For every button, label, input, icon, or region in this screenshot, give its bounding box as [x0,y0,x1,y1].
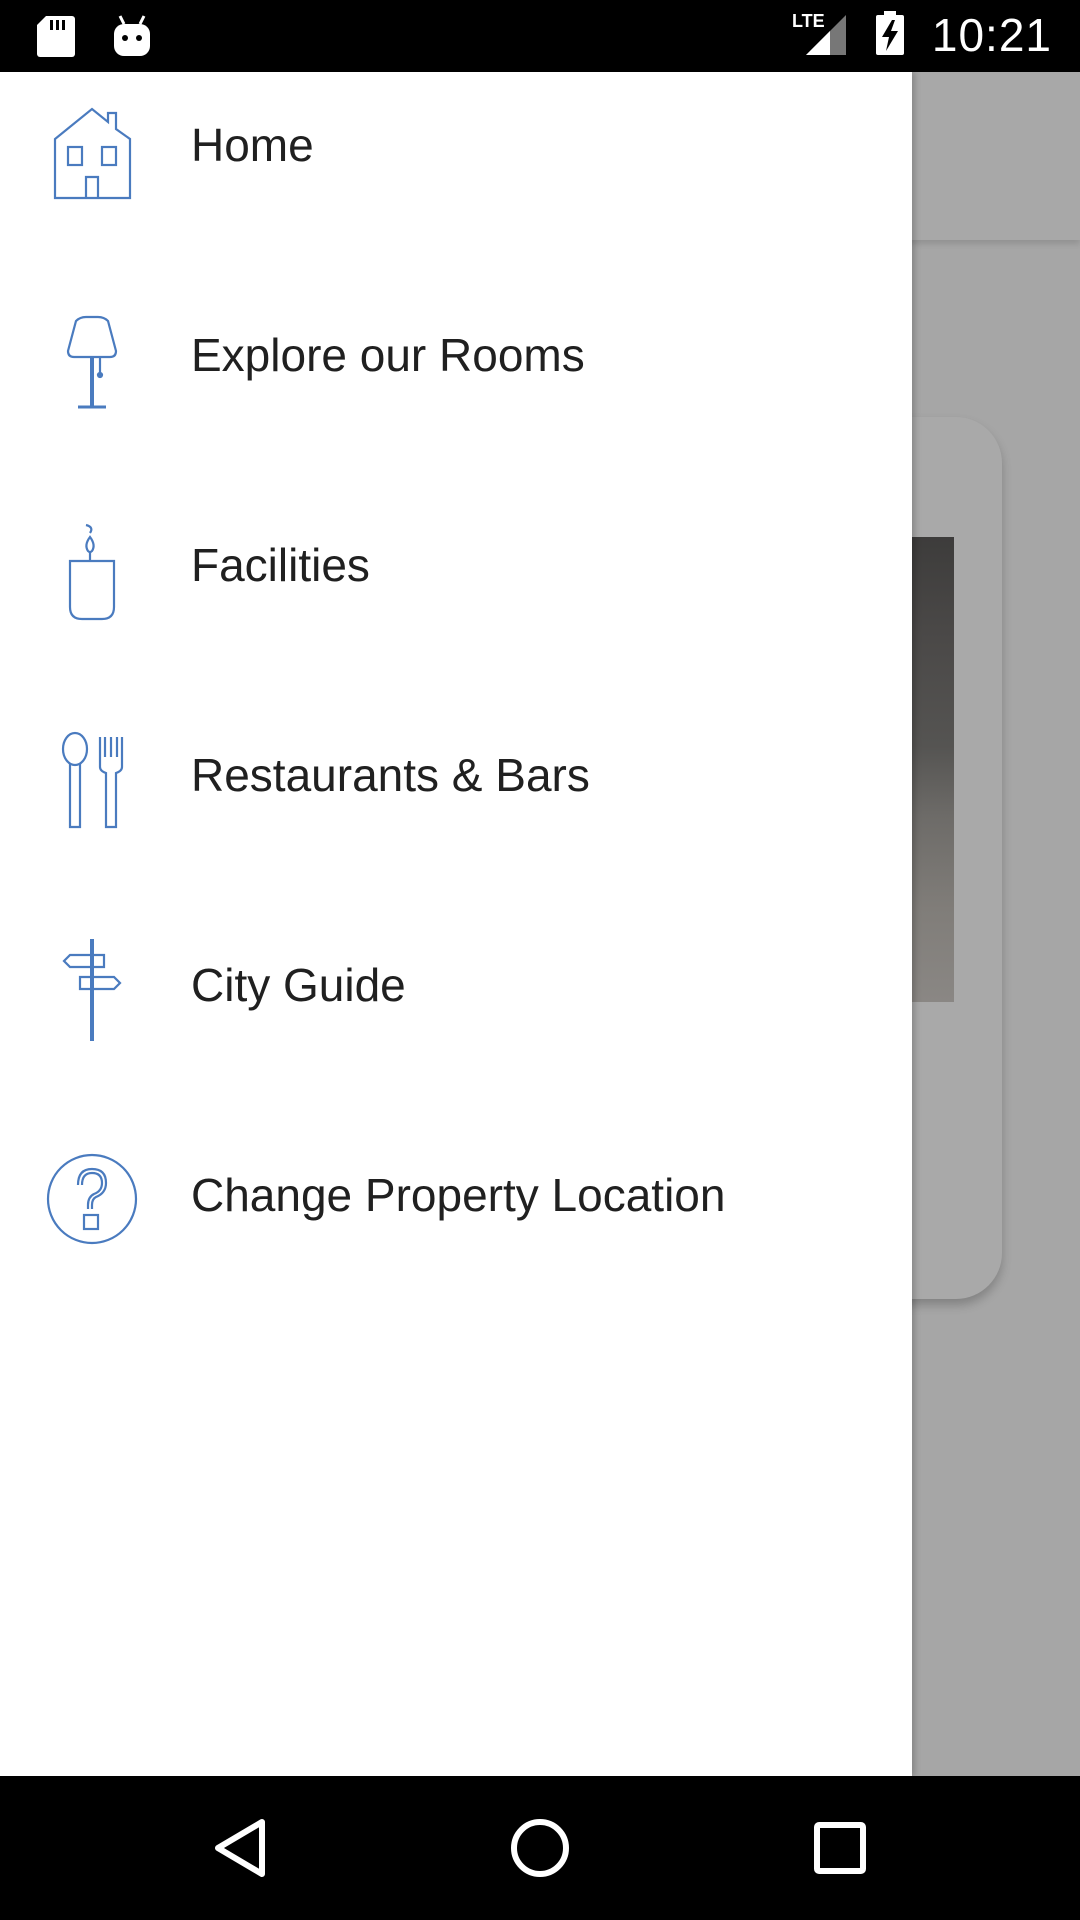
drawer-item-change-location[interactable]: Change Property Location [0,1122,912,1332]
question-circle-icon [40,1147,144,1251]
drawer-item-city-guide[interactable]: City Guide [0,912,912,1122]
navigation-drawer: Home Explore our Rooms Facilities Restau… [0,72,912,1776]
drawer-item-label: Explore our Rooms [191,329,585,381]
status-clock: 10:21 [931,9,1052,61]
house-icon [40,97,144,201]
app-screen: LTE 10:21 Home Explore our Rooms Facilit… [0,0,1080,1920]
drawer-item-label: Facilities [191,539,370,591]
drawer-item-label: Home [191,119,314,171]
drawer-item-facilities[interactable]: Facilities [0,492,912,702]
lte-label: LTE [792,11,825,31]
drawer-item-restaurants[interactable]: Restaurants & Bars [0,702,912,912]
candle-icon [40,517,144,621]
recents-square-icon[interactable] [790,1798,890,1898]
android-debug-icon [112,14,152,63]
battery-charging-icon [874,9,906,62]
status-bar: LTE 10:21 [0,0,1080,72]
system-nav-bar [0,1776,1080,1920]
lte-signal-icon: LTE [792,9,848,62]
lamp-icon [40,307,144,411]
sd-card-icon [36,14,76,63]
back-icon[interactable] [190,1798,290,1898]
signpost-icon [40,937,144,1041]
drawer-item-label: Restaurants & Bars [191,749,590,801]
drawer-item-label: Change Property Location [191,1169,726,1221]
home-circle-icon[interactable] [490,1798,590,1898]
spoon-fork-icon [40,727,144,831]
background-room-photo [910,537,954,1002]
drawer-item-label: City Guide [191,959,406,1011]
drawer-item-home[interactable]: Home [0,72,912,282]
drawer-item-rooms[interactable]: Explore our Rooms [0,282,912,492]
